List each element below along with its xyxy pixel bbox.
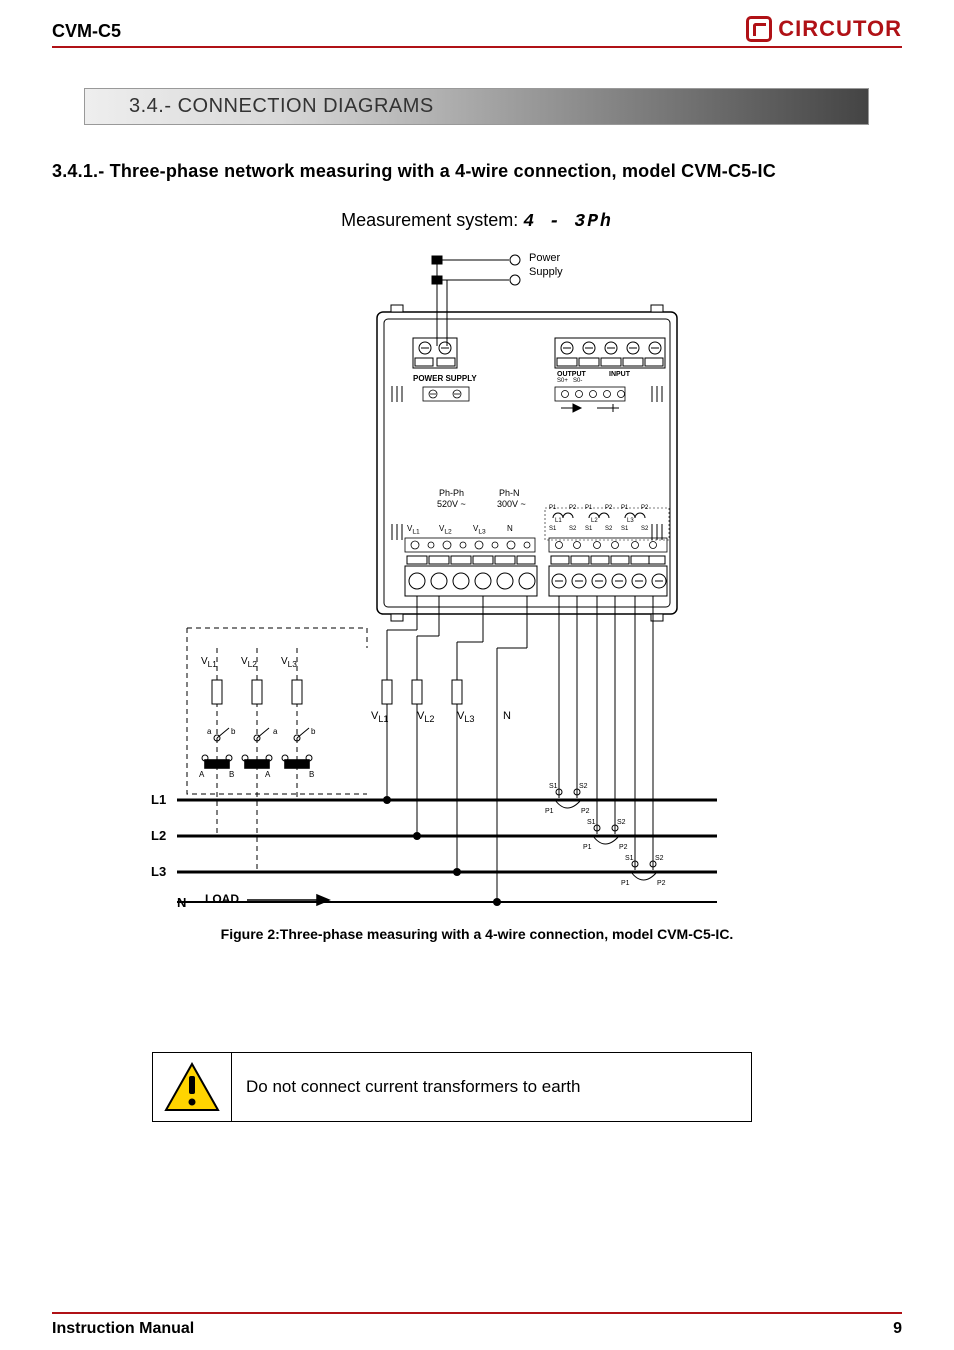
subsection-heading: 3.4.1.- Three-phase network measuring wi…: [52, 161, 902, 182]
bus-s2-3: S2: [655, 855, 664, 862]
opt-vl3: VL3: [281, 656, 297, 669]
s0plus-label: S0+: [557, 378, 568, 384]
bus-l1: L1: [151, 792, 166, 807]
ct-A-2: A: [265, 770, 270, 779]
phph-v: 520V ~: [437, 499, 466, 509]
ct-A-1: A: [199, 770, 204, 779]
bus-s1-3: S1: [625, 855, 634, 862]
section-heading-bar: 3.4.- CONNECTION DIAGRAMS: [84, 88, 869, 125]
measurement-label: Measurement system:: [341, 210, 518, 230]
doc-code: CVM-C5: [52, 21, 121, 42]
power-supply-block-label: POWER SUPPLY: [413, 374, 477, 383]
page-number: 9: [893, 1320, 902, 1338]
bus-s1-1: S1: [549, 783, 558, 790]
bus-n: N: [177, 895, 186, 910]
main-n: N: [503, 710, 511, 722]
warning-icon: [164, 1062, 220, 1112]
footer-left: Instruction Manual: [52, 1320, 194, 1338]
ct-l1: L1: [555, 518, 562, 524]
s2-c: S2: [641, 526, 648, 532]
term-vl2: VL2: [439, 524, 452, 536]
subsection-number: 3.4.1.-: [52, 161, 104, 181]
opt-vl2: VL2: [241, 656, 257, 669]
sw-a-1: a: [207, 727, 211, 736]
section-number: 3.4.-: [129, 95, 172, 117]
brand-text: CIRCUTOR: [778, 16, 902, 42]
input-label: INPUT: [609, 371, 630, 378]
measurement-system-line: Measurement system: 4 - 3Ph: [52, 210, 902, 232]
term-vl3: VL3: [473, 524, 486, 536]
brand-icon: [746, 16, 772, 42]
opt-vl1: VL1: [201, 656, 217, 669]
bus-s1-2: S1: [587, 819, 596, 826]
ct-B-1: B: [229, 770, 234, 779]
sw-b-1: b: [231, 727, 235, 736]
figure-caption: Figure 2:Three-phase measuring with a 4-…: [52, 926, 902, 942]
section-title: CONNECTION DIAGRAMS: [178, 95, 434, 117]
p1-c: P1: [621, 505, 628, 511]
sw-a-2: a: [273, 727, 277, 736]
main-vl2: VL2: [417, 710, 435, 724]
bus-l2: L2: [151, 828, 166, 843]
bus-p1-1: P1: [545, 808, 554, 815]
p2-a: P2: [569, 505, 576, 511]
phn-v: 300V ~: [497, 499, 526, 509]
warning-text: Do not connect current transformers to e…: [232, 1052, 752, 1122]
footer: Instruction Manual 9: [52, 1312, 902, 1338]
ct-B-2: B: [309, 770, 314, 779]
bus-p2-2: P2: [619, 844, 628, 851]
main-vl3: VL3: [457, 710, 475, 724]
power-supply-label-1: Power: [529, 252, 560, 264]
header-bar: CVM-C5 CIRCUTOR: [52, 16, 902, 48]
connection-diagram: Power Supply POWER SUPPLY OUTPUT INPUT S…: [157, 250, 797, 910]
measurement-value: 4 - 3Ph: [523, 212, 613, 232]
phn-label: Ph-N: [499, 488, 520, 498]
warning-icon-box: [152, 1052, 232, 1122]
s2-b: S2: [605, 526, 612, 532]
bus-p2-1: P2: [581, 808, 590, 815]
brand-logo: CIRCUTOR: [746, 16, 902, 42]
s1-b: S1: [585, 526, 592, 532]
bus-p2-3: P2: [657, 880, 666, 887]
s0minus-label: S0-: [573, 378, 582, 384]
power-supply-label-2: Supply: [529, 266, 563, 278]
bus-s2-2: S2: [617, 819, 626, 826]
load-label: LOAD: [205, 892, 239, 906]
term-vl1: VL1: [407, 524, 420, 536]
main-vl1: VL1: [371, 710, 389, 724]
s1-a: S1: [549, 526, 556, 532]
output-label: OUTPUT: [557, 371, 586, 378]
bus-p1-2: P1: [583, 844, 592, 851]
bus-p1-3: P1: [621, 880, 630, 887]
ct-l2: L2: [591, 518, 598, 524]
p1-b: P1: [585, 505, 592, 511]
ct-l3: L3: [627, 518, 634, 524]
diagram-svg: [157, 250, 797, 910]
bus-l3: L3: [151, 864, 166, 879]
p1-a: P1: [549, 505, 556, 511]
p2-c: P2: [641, 505, 648, 511]
term-n: N: [507, 524, 513, 533]
s2-a: S2: [569, 526, 576, 532]
subsection-title: Three-phase network measuring with a 4-w…: [110, 161, 776, 181]
sw-b-2: b: [311, 727, 315, 736]
phph-label: Ph-Ph: [439, 488, 464, 498]
bus-s2-1: S2: [579, 783, 588, 790]
p2-b: P2: [605, 505, 612, 511]
s1-c: S1: [621, 526, 628, 532]
warning-box: Do not connect current transformers to e…: [152, 1052, 752, 1122]
